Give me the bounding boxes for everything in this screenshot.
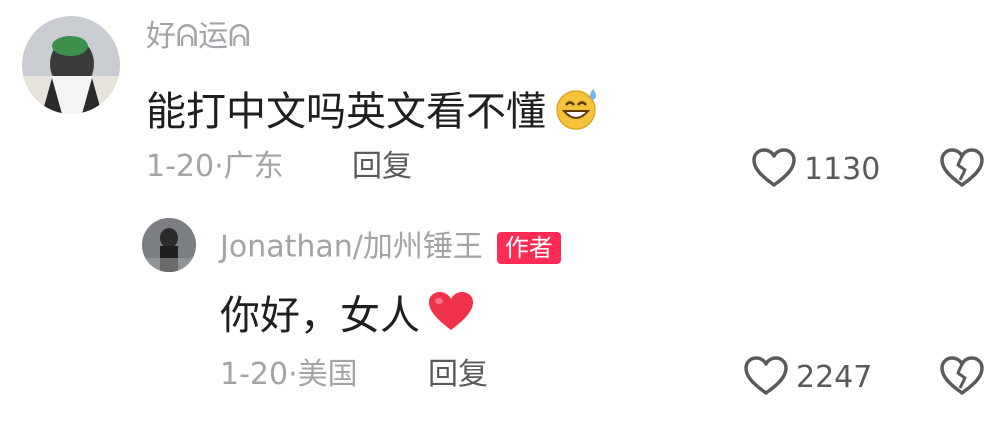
comment-username[interactable]: 好ᕱ运ᕱ xyxy=(146,22,251,52)
broken-heart-icon xyxy=(940,148,984,192)
comment-username: Jonathan/加州锤王 作者 xyxy=(220,232,561,264)
heart-outline-icon xyxy=(752,148,796,192)
comment-date: 1-20 xyxy=(146,149,215,184)
comment-location: 广东 xyxy=(223,149,284,184)
dislike-button[interactable] xyxy=(940,148,984,192)
comment-meta: 1-20·美国 xyxy=(220,360,358,390)
dislike-button[interactable] xyxy=(940,356,984,400)
comment-meta: 1-20·广东 xyxy=(146,152,284,182)
comment-date: 1-20 xyxy=(220,357,289,392)
like-button[interactable]: 1130 xyxy=(752,148,880,192)
broken-heart-icon xyxy=(940,356,984,400)
heart-outline-icon xyxy=(744,356,788,400)
like-count: 1130 xyxy=(804,152,881,187)
separator: · xyxy=(214,149,224,184)
author-badge: 作者 xyxy=(496,232,561,264)
reply-button[interactable]: 回复 xyxy=(352,152,412,182)
separator: · xyxy=(288,357,298,392)
comment-text: 你好，女人 xyxy=(220,290,476,341)
like-count: 2247 xyxy=(796,360,873,395)
avatar[interactable] xyxy=(22,16,120,114)
comment-location: 美国 xyxy=(297,357,358,392)
like-button[interactable]: 2247 xyxy=(744,356,872,400)
avatar[interactable] xyxy=(142,218,196,272)
red-heart-emoji xyxy=(426,290,476,341)
comment-body: 能打中文吗英文看不懂 xyxy=(146,88,546,135)
comment-body: 你好，女人 xyxy=(220,292,420,339)
comment-text: 能打中文吗英文看不懂 xyxy=(146,86,602,137)
reply-button[interactable]: 回复 xyxy=(428,360,488,390)
grinning-sweat-emoji xyxy=(552,86,602,137)
reply-username[interactable]: Jonathan/加州锤王 xyxy=(220,230,483,265)
